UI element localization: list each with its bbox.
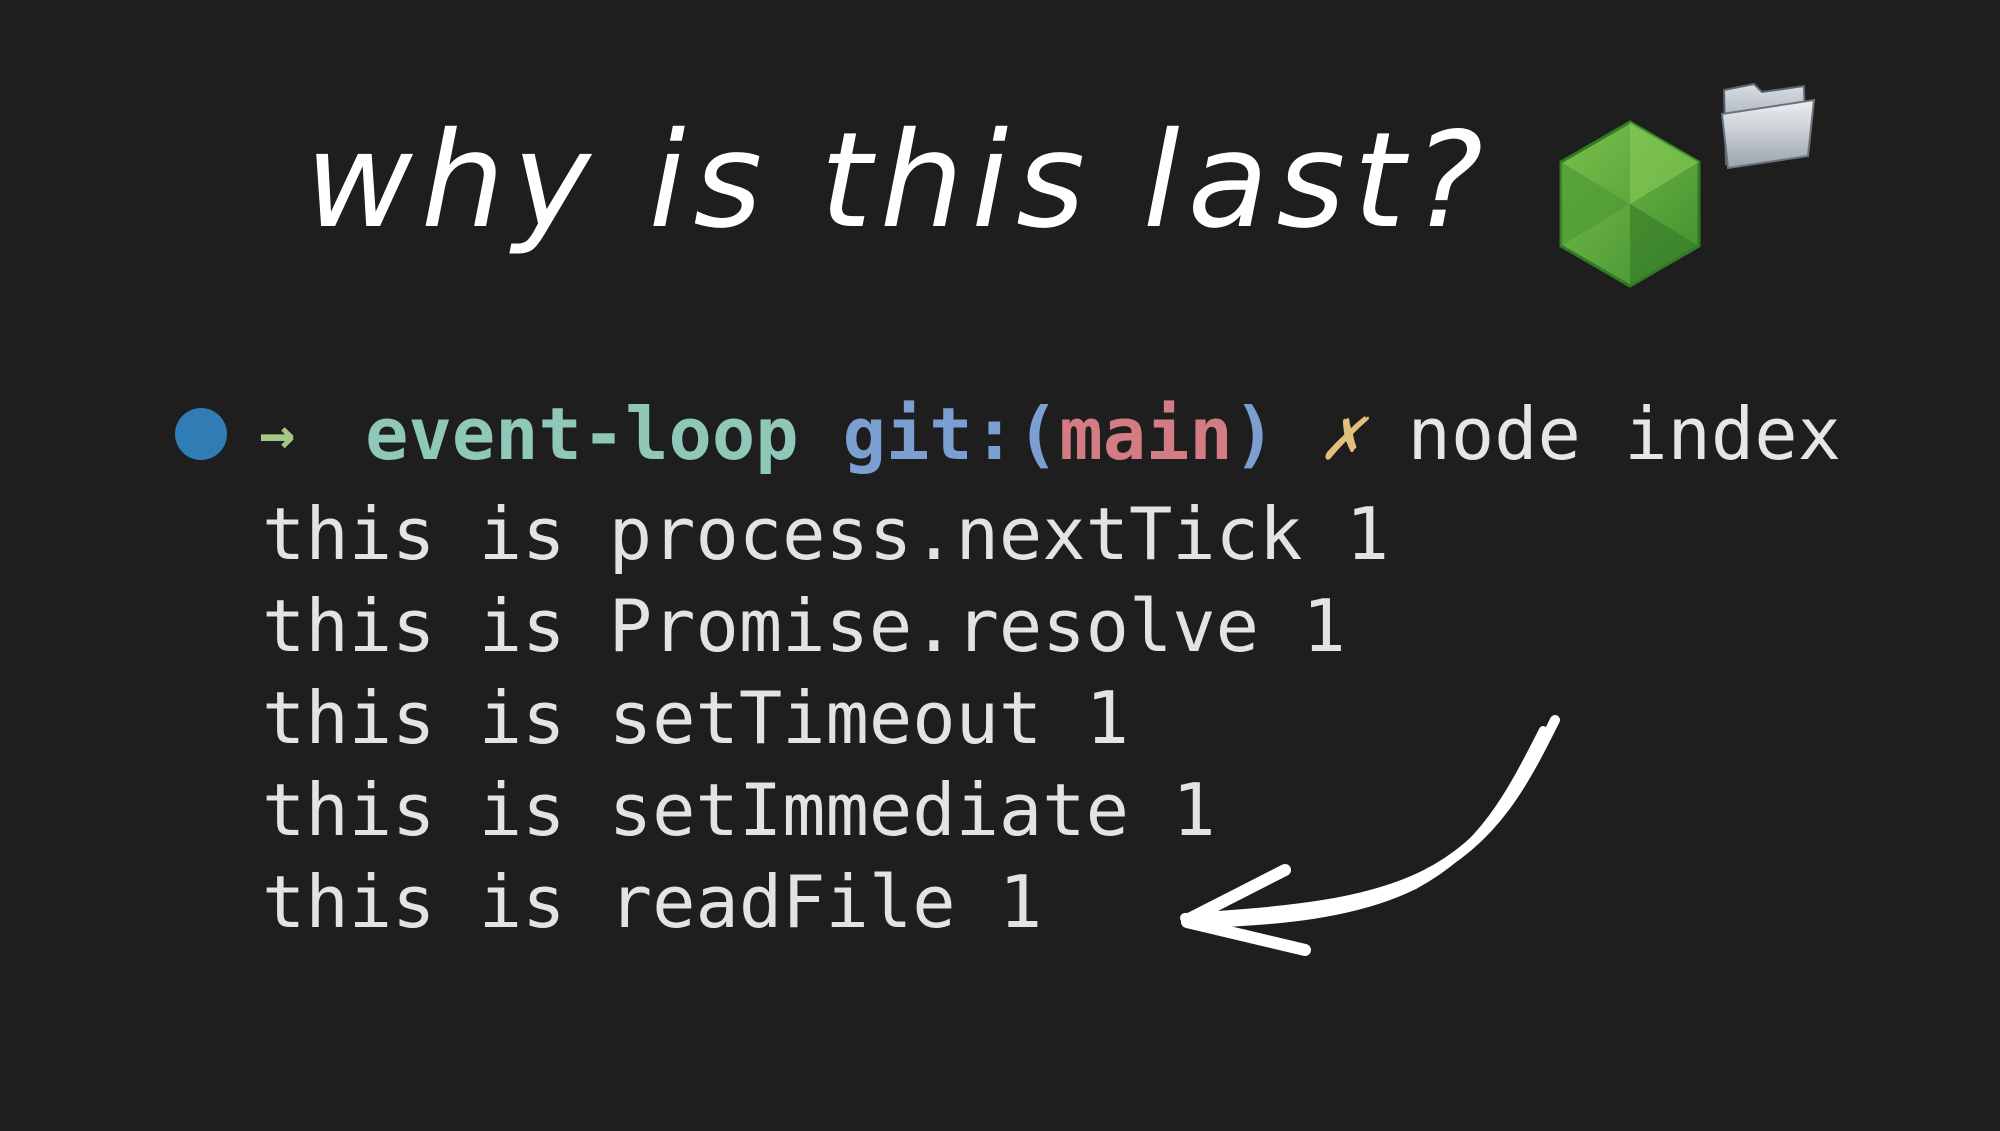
- prompt-status-dot: [175, 408, 227, 460]
- prompt-arrow-icon: →: [259, 399, 296, 469]
- output-line: this is setTimeout 1: [262, 676, 1129, 760]
- output-line: this is setImmediate 1: [262, 768, 1216, 852]
- command-text: node index: [1407, 392, 1841, 476]
- output-line: this is readFile 1: [262, 860, 1043, 944]
- output-line: this is process.nextTick 1: [262, 492, 1390, 576]
- prompt-line: → event-loop git:(main) ✗ node index: [175, 398, 1841, 470]
- git-branch: main: [1059, 392, 1233, 476]
- terminal: → event-loop git:(main) ✗ node index thi…: [0, 0, 2000, 1131]
- video-frame: why is this last? → event-loop git:(main…: [0, 0, 2000, 1131]
- git-dirty-marker: ✗: [1320, 392, 1364, 476]
- current-directory: event-loop: [365, 392, 799, 476]
- output-line: this is Promise.resolve 1: [262, 584, 1346, 668]
- hand-drawn-arrow-icon: [1180, 715, 1560, 956]
- git-prefix: git:(main): [842, 392, 1277, 476]
